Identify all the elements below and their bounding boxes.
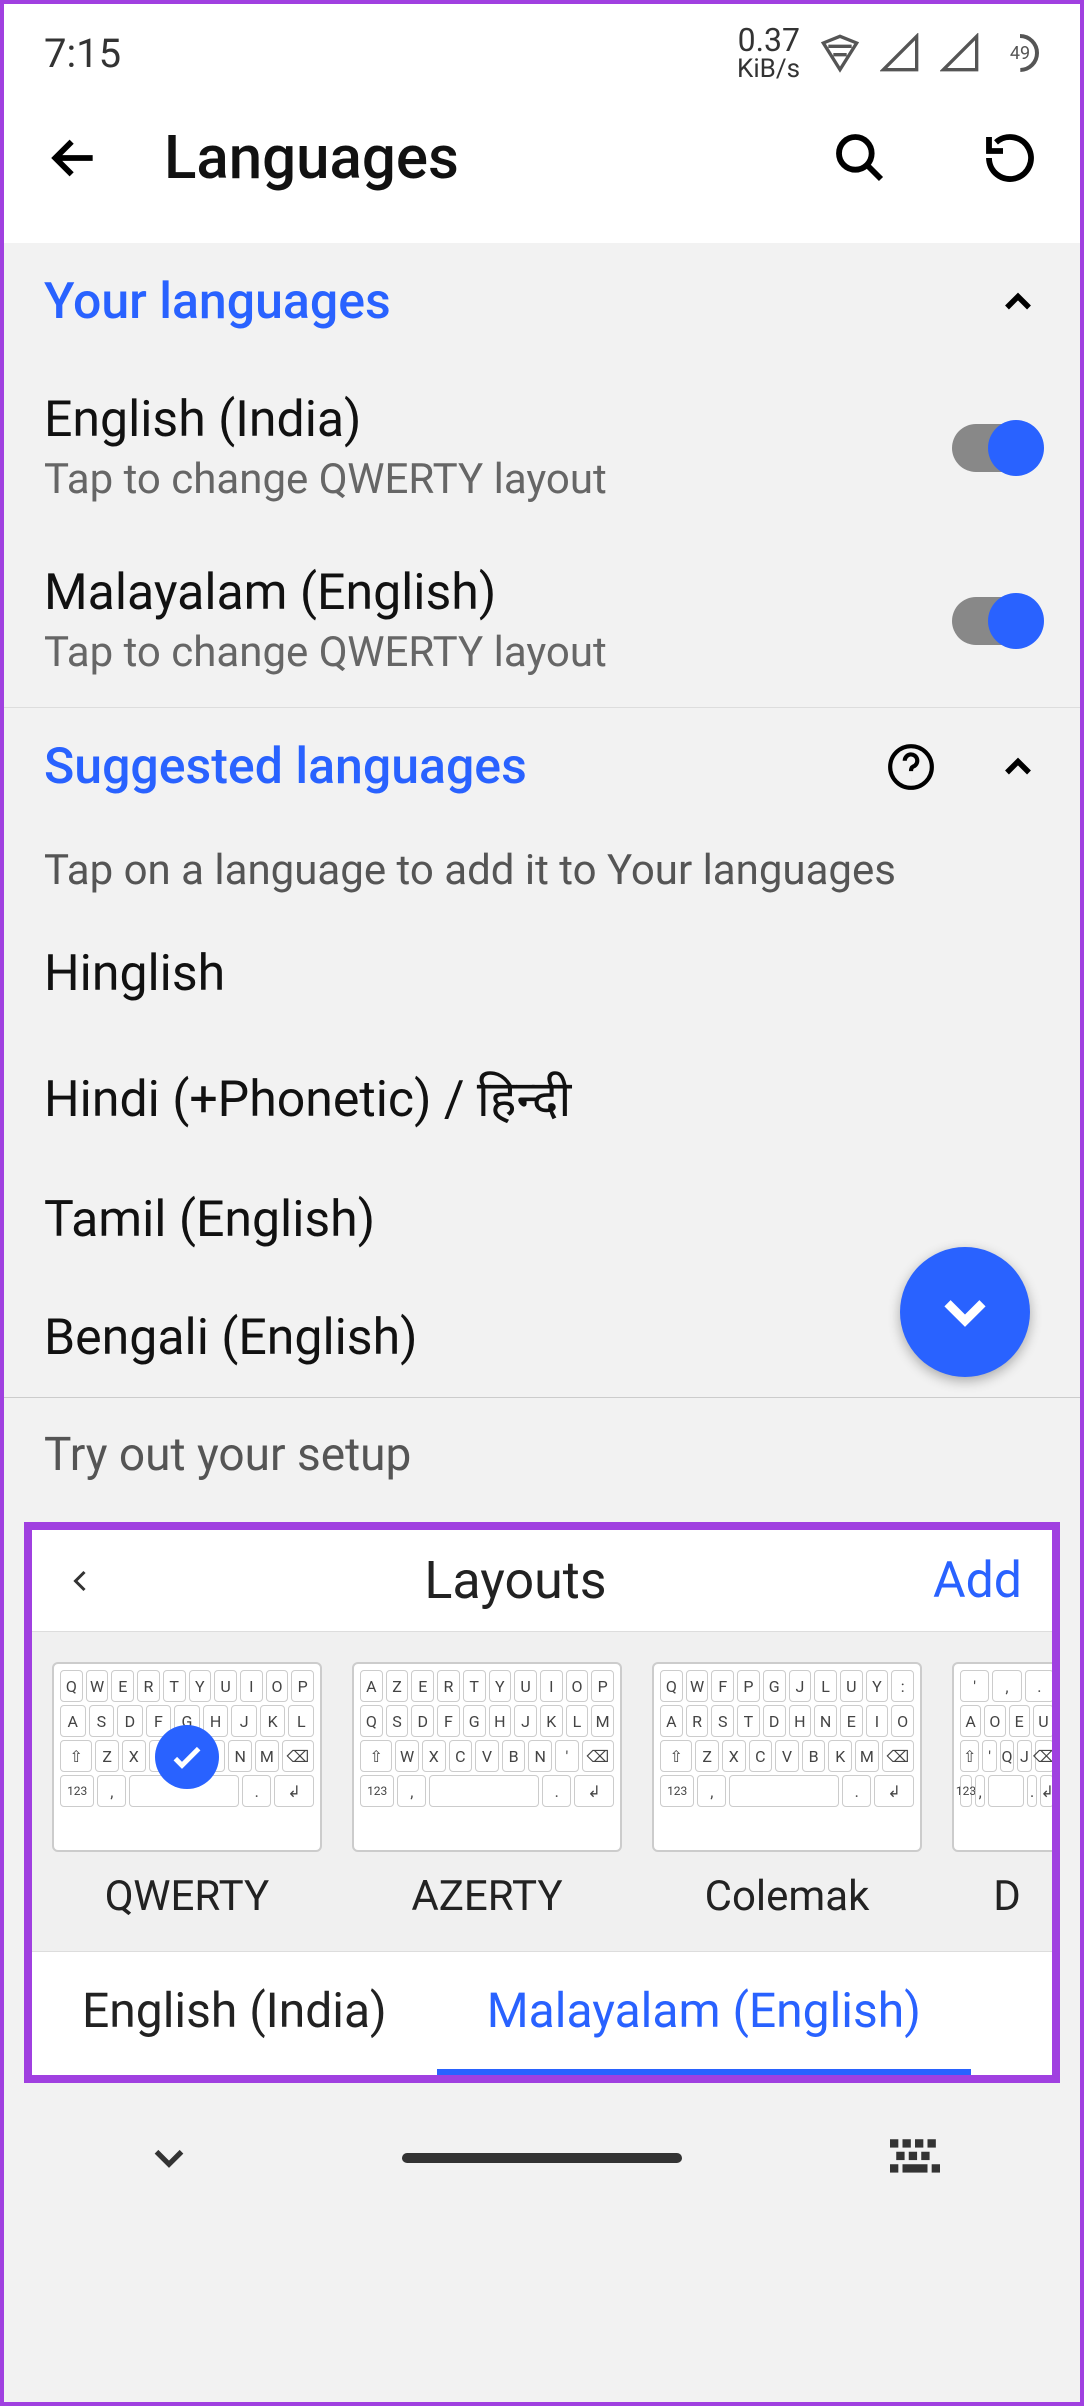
suggested-title: Suggested languages (44, 738, 866, 796)
language-sub: Tap to change QWERTY layout (44, 628, 952, 677)
tryout-label: Try out your setup (4, 1397, 1080, 1512)
page-title: Languages (164, 122, 770, 193)
keyboard-switch-icon[interactable] (890, 2138, 940, 2178)
language-name: English (India) (44, 391, 952, 449)
your-languages-header[interactable]: Your languages (4, 243, 1080, 361)
layout-name: Colemak (705, 1872, 870, 1921)
layout-name: D (993, 1872, 1021, 1921)
language-item[interactable]: Malayalam (English) Tap to change QWERTY… (4, 534, 1080, 707)
layout-option[interactable]: QWERTYUIOPASDFGHJKL⇧ZXCVBNM⌫123,.↲QWERTY (52, 1662, 322, 1921)
data-rate: 0.37 KiB/s (737, 24, 800, 82)
signal-icon-1 (880, 33, 920, 73)
battery-icon: 49 (1000, 33, 1040, 73)
your-languages-title: Your languages (44, 273, 976, 331)
layouts-list[interactable]: QWERTYUIOPASDFGHJKL⇧ZXCVBNM⌫123,.↲QWERTY… (32, 1632, 1052, 1951)
selected-check-icon (155, 1725, 219, 1789)
suggested-hint: Tap on a language to add it to Your lang… (4, 826, 1080, 915)
status-bar: 7:15 0.37 KiB/s 49 (4, 4, 1080, 92)
system-nav-bar (4, 2103, 1080, 2213)
vpn-icon (820, 33, 860, 73)
back-button[interactable] (44, 128, 104, 188)
help-icon[interactable] (886, 742, 936, 792)
suggested-language[interactable]: Hindi (+Phonetic) / हिन्दी (4, 1033, 1080, 1161)
layouts-add-button[interactable]: Add (933, 1552, 1022, 1610)
layouts-back-icon[interactable] (62, 1563, 98, 1599)
search-button[interactable] (830, 128, 890, 188)
language-toggle[interactable] (952, 424, 1040, 472)
layout-option[interactable]: ',.AOEU⇧'QJ⌫123,.↲D (952, 1662, 1052, 1921)
layout-option[interactable]: AZERTYUIOPQSDFGHJKLM⇧WXCVBN'⌫123,.↲AZERT… (352, 1662, 622, 1921)
language-sub: Tap to change QWERTY layout (44, 455, 952, 504)
layout-option[interactable]: QWFPGJLUY:ARSTDHNEIO⇧ZXCVBKM⌫123,.↲Colem… (652, 1662, 922, 1921)
status-time: 7:15 (44, 30, 121, 77)
suggested-language[interactable]: Hinglish (4, 915, 1080, 1033)
language-tab[interactable]: English (India) (32, 1952, 437, 2075)
suggested-header[interactable]: Suggested languages (4, 708, 1080, 826)
nav-down-icon[interactable] (144, 2133, 194, 2183)
layout-name: QWERTY (105, 1872, 269, 1921)
refresh-button[interactable] (980, 128, 1040, 188)
nav-home-pill[interactable] (402, 2153, 682, 2163)
suggested-language[interactable]: Tamil (English) (4, 1161, 1080, 1279)
language-tab[interactable]: Malayalam (English) (437, 1952, 971, 2075)
chevron-up-icon (996, 280, 1040, 324)
layouts-title: Layouts (98, 1550, 933, 1611)
chevron-up-icon (996, 745, 1040, 789)
app-bar: Languages (4, 92, 1080, 243)
layout-name: AZERTY (411, 1872, 562, 1921)
language-name: Malayalam (English) (44, 564, 952, 622)
status-icons: 0.37 KiB/s 49 (737, 24, 1040, 82)
language-item[interactable]: English (India) Tap to change QWERTY lay… (4, 361, 1080, 534)
expand-fab[interactable] (900, 1247, 1030, 1377)
signal-icon-2 (940, 33, 980, 73)
language-tabs: English (India)Malayalam (English) (32, 1951, 1052, 2075)
layouts-panel: Layouts Add QWERTYUIOPASDFGHJKL⇧ZXCVBNM⌫… (24, 1522, 1060, 2083)
language-toggle[interactable] (952, 597, 1040, 645)
